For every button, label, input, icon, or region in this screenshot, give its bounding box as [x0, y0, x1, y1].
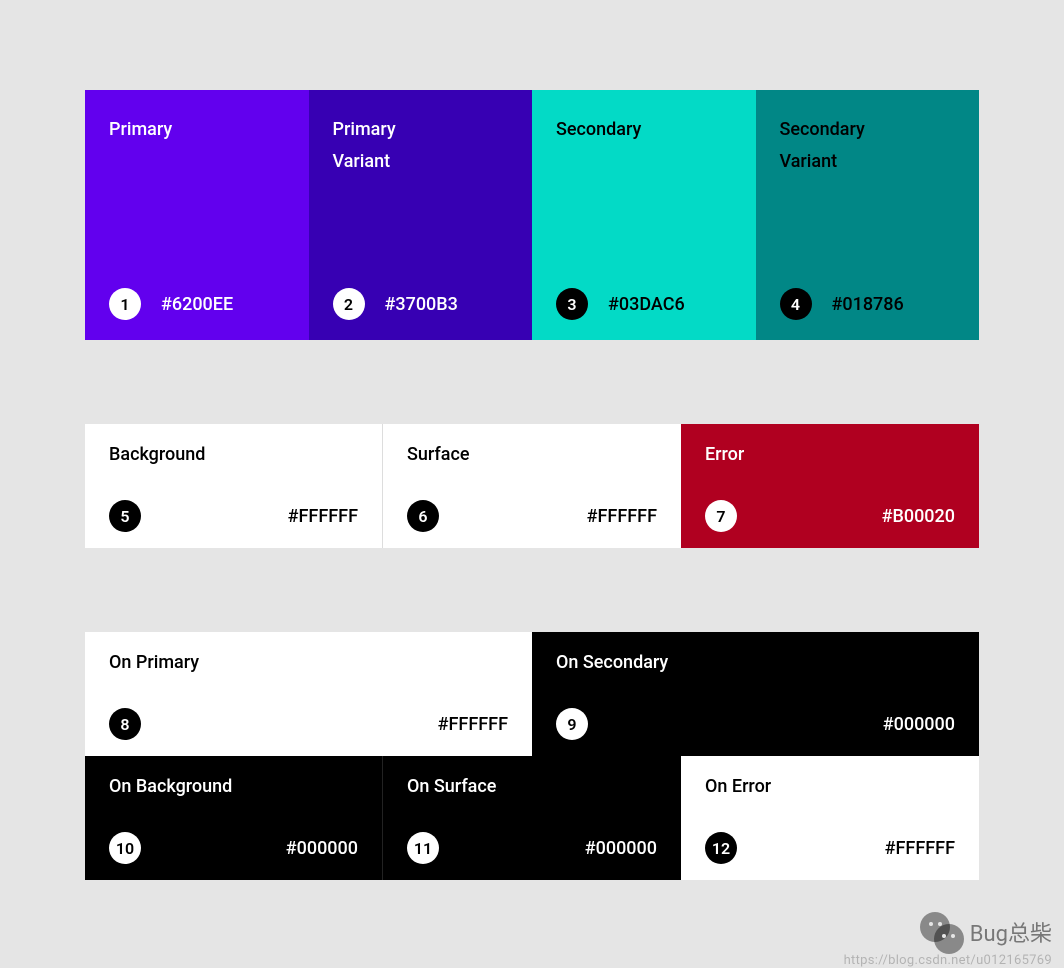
- swatch-error: Error 7 #B00020: [681, 424, 979, 548]
- swatch-label: Secondary: [556, 114, 756, 146]
- swatch-hex: #000000: [883, 714, 955, 735]
- swatch-label: Background: [109, 444, 358, 465]
- swatch-label: On Error: [705, 776, 955, 797]
- swatch-hex: #B00020: [882, 506, 955, 527]
- watermark-text: Bug总柴: [970, 916, 1052, 948]
- swatch-surface: Surface 6 #FFFFFF: [383, 424, 681, 548]
- swatch-secondary: Secondary 3 #03DAC6: [532, 90, 756, 340]
- swatch-on-error: On Error 12 #FFFFFF: [681, 756, 979, 880]
- swatch-hex: #FFFFFF: [587, 506, 657, 527]
- swatch-hex: #3700B3: [385, 294, 458, 315]
- swatch-hex: #03DAC6: [608, 294, 685, 315]
- swatch-label: On Surface: [407, 776, 657, 797]
- swatch-label: Primary: [109, 114, 309, 146]
- color-palette: Primary 1 #6200EE PrimaryVariant 2 #3700…: [85, 90, 979, 880]
- swatch-number-badge: 1: [109, 288, 141, 320]
- swatch-primary: Primary 1 #6200EE: [85, 90, 309, 340]
- wechat-icon: [920, 912, 962, 952]
- swatch-on-background: On Background 10 #000000: [85, 756, 383, 880]
- swatch-hex: #018786: [832, 294, 904, 315]
- swatch-secondary-variant: SecondaryVariant 4 #018786: [756, 90, 980, 340]
- swatch-on-surface: On Surface 11 #000000: [383, 756, 681, 880]
- swatch-number-badge: 6: [407, 500, 439, 532]
- swatch-hex: #6200EE: [161, 294, 233, 315]
- watermark: Bug总柴: [920, 912, 1052, 952]
- swatch-hex: #FFFFFF: [288, 506, 358, 527]
- swatch-number-badge: 10: [109, 832, 141, 864]
- watermark-url: https://blog.csdn.net/u012165769: [844, 953, 1052, 968]
- swatch-number-badge: 4: [780, 288, 812, 320]
- swatch-hex: #000000: [585, 838, 657, 859]
- swatch-label: On Primary: [109, 652, 508, 673]
- swatch-hex: #FFFFFF: [885, 838, 955, 859]
- swatch-label: PrimaryVariant: [333, 114, 533, 178]
- swatch-number-badge: 3: [556, 288, 588, 320]
- swatch-label: SecondaryVariant: [780, 114, 980, 178]
- swatch-on-secondary: On Secondary 9 #000000: [532, 632, 979, 756]
- swatch-background: Background 5 #FFFFFF: [85, 424, 383, 548]
- swatch-number-badge: 5: [109, 500, 141, 532]
- row-primary-secondary: Primary 1 #6200EE PrimaryVariant 2 #3700…: [85, 90, 979, 340]
- row-background-surface-error: Background 5 #FFFFFF Surface 6 #FFFFFF E…: [85, 424, 979, 548]
- swatch-primary-variant: PrimaryVariant 2 #3700B3: [309, 90, 533, 340]
- swatch-on-primary: On Primary 8 #FFFFFF: [85, 632, 532, 756]
- swatch-number-badge: 9: [556, 708, 588, 740]
- swatch-number-badge: 12: [705, 832, 737, 864]
- swatch-hex: #FFFFFF: [438, 714, 508, 735]
- swatch-label: On Background: [109, 776, 358, 797]
- swatch-number-badge: 11: [407, 832, 439, 864]
- row-on-primary-secondary: On Primary 8 #FFFFFF On Secondary 9 #000…: [85, 632, 979, 756]
- swatch-number-badge: 7: [705, 500, 737, 532]
- swatch-label: Error: [705, 444, 955, 465]
- swatch-hex: #000000: [286, 838, 358, 859]
- row-on-background-surface-error: On Background 10 #000000 On Surface 11 #…: [85, 756, 979, 880]
- swatch-number-badge: 8: [109, 708, 141, 740]
- swatch-number-badge: 2: [333, 288, 365, 320]
- swatch-label: Surface: [407, 444, 657, 465]
- swatch-label: On Secondary: [556, 652, 955, 673]
